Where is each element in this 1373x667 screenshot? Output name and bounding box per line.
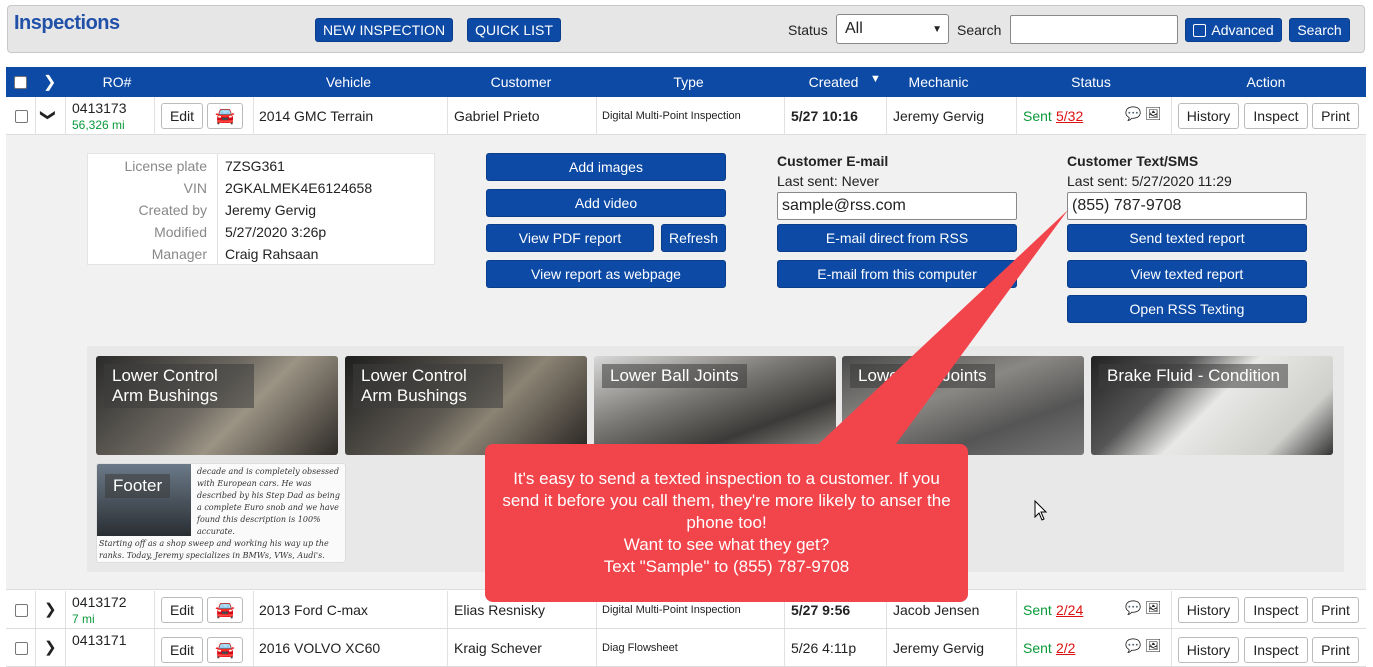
- mouse-cursor-icon: [1034, 500, 1048, 521]
- callout-line: It's easy to send a texted inspection to…: [502, 469, 951, 532]
- callout-line: Text "Sample" to (855) 787-9708: [603, 557, 850, 576]
- callout-box: It's easy to send a texted inspection to…: [485, 444, 968, 602]
- callout-line: Want to see what they get?: [623, 535, 830, 554]
- callout-arrow: [810, 210, 1068, 452]
